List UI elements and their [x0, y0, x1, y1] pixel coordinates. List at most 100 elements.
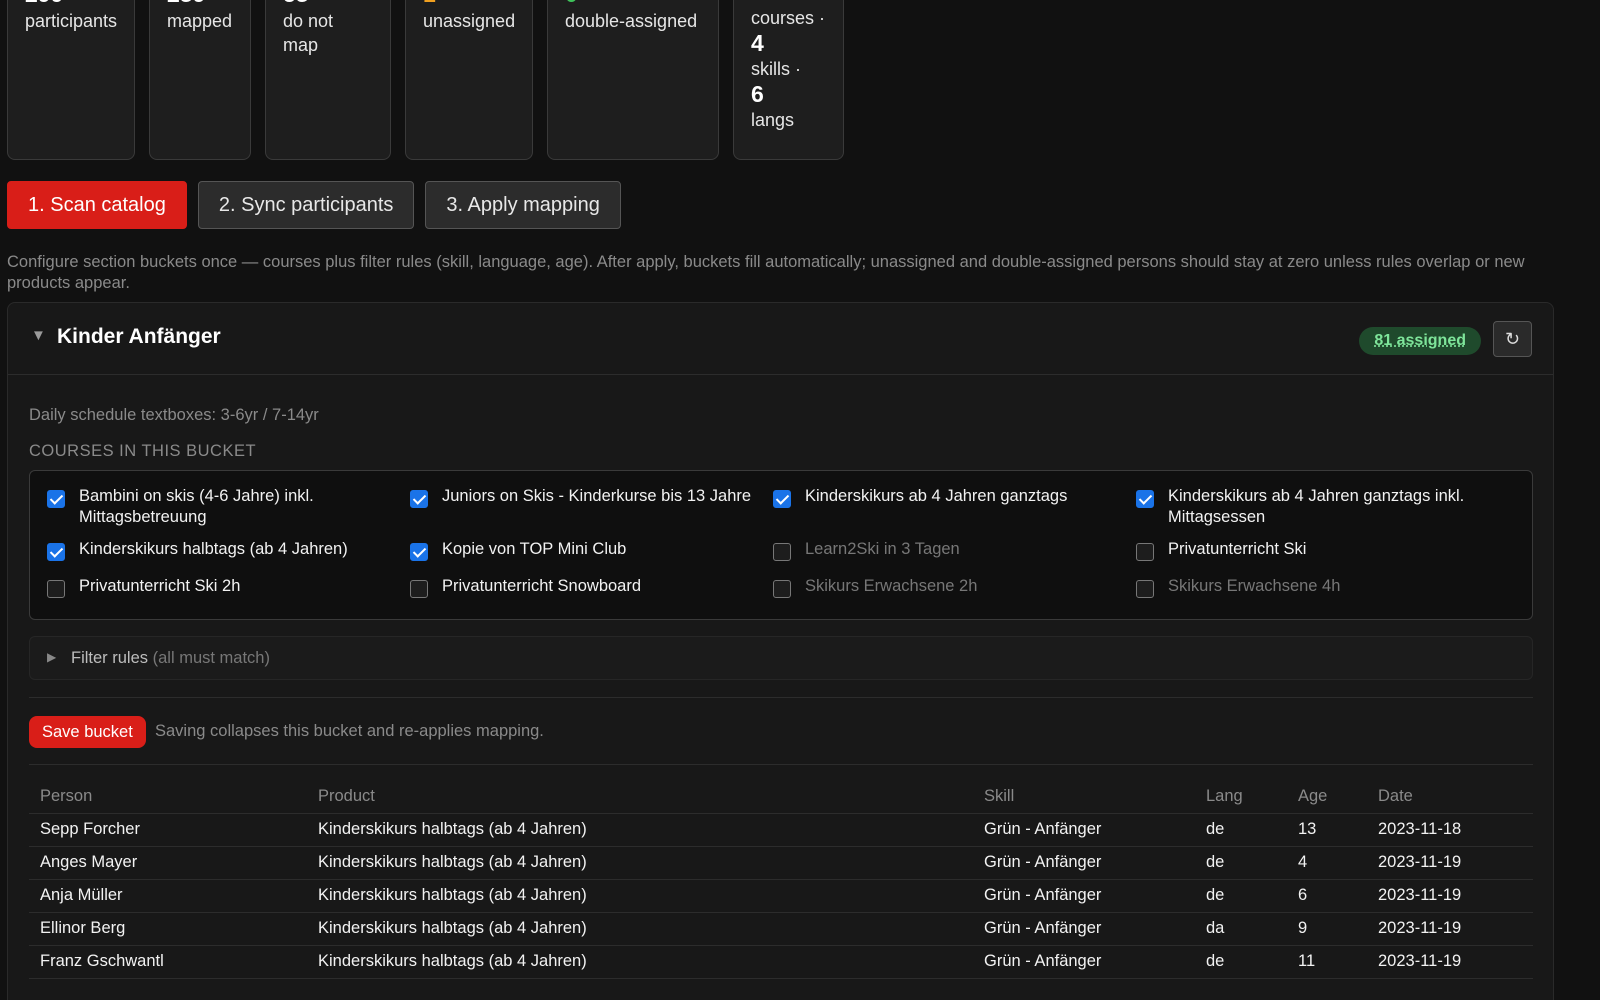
stat-label: unassigned	[423, 11, 516, 31]
checkbox[interactable]	[410, 543, 428, 561]
checkbox[interactable]	[47, 543, 65, 561]
stat-participants: 299 participants	[7, 0, 135, 160]
schedule-note: Daily schedule textboxes: 3-6yr / 7-14yr	[29, 406, 319, 424]
checkbox[interactable]	[1136, 543, 1154, 561]
stat-label: mapped	[167, 11, 233, 31]
skills-label: skills ·	[751, 59, 801, 79]
course-checkbox-item[interactable]: Juniors on Skis - Kinderkurse bis 13 Jah…	[410, 486, 765, 508]
langs-label: langs	[751, 110, 795, 130]
course-label: Privatunterricht Ski 2h	[79, 577, 241, 595]
stat-value: 1	[423, 0, 515, 9]
column-header-skill: Skill	[973, 780, 1195, 814]
course-checkbox-item[interactable]: Skikurs Erwachsene 4h	[1136, 576, 1491, 598]
cell-age: 4	[1287, 846, 1367, 880]
filter-rules-label: Filter rules (all must match)	[71, 649, 270, 668]
course-checkbox-item[interactable]: Privatunterricht Snowboard	[410, 576, 765, 598]
table-row: Ellinor Berg Kinderskikurs halbtags (ab …	[29, 912, 1533, 946]
table-row: Anja Müller Kinderskikurs halbtags (ab 4…	[29, 879, 1533, 913]
checkbox[interactable]	[773, 580, 791, 598]
checkbox[interactable]	[410, 490, 428, 508]
cell-skill: Grün - Anfänger	[973, 813, 1195, 847]
bucket-header[interactable]: ▼ Kinder Anfänger 81 assigned ↻	[8, 303, 1553, 375]
cell-product: Kinderskikurs halbtags (ab 4 Jahren)	[307, 846, 973, 880]
cell-age: 13	[1287, 813, 1367, 847]
course-checkbox-item[interactable]: Kinderskikurs halbtags (ab 4 Jahren)	[47, 539, 402, 561]
cell-age: 11	[1287, 945, 1367, 979]
course-checkbox-item[interactable]: Kinderskikurs ab 4 Jahren ganztags	[773, 486, 1128, 508]
apply-mapping-button[interactable]: 3. Apply mapping	[425, 181, 621, 229]
course-label: Skikurs Erwachsene 2h	[805, 577, 978, 595]
course-checkbox-item[interactable]: Bambini on skis (4-6 Jahre) inkl. Mittag…	[47, 486, 402, 528]
sync-participants-button[interactable]: 2. Sync participants	[197, 181, 415, 229]
skills-count: 4	[751, 30, 764, 56]
course-label: Kinderskikurs halbtags (ab 4 Jahren)	[79, 540, 348, 558]
course-label: Kinderskikurs ab 4 Jahren ganztags inkl.…	[1168, 487, 1465, 526]
stat-catalog: 12 courses · 4 skills · 6 langs	[733, 0, 844, 160]
stat-label: participants	[25, 11, 118, 31]
course-checkbox-item[interactable]: Learn2Ski in 3 Tagen	[773, 539, 1128, 561]
column-header-product: Product	[307, 780, 973, 814]
cell-date: 2023-11-19	[1367, 846, 1533, 880]
checkbox[interactable]	[410, 580, 428, 598]
checkbox[interactable]	[773, 490, 791, 508]
course-label: Kinderskikurs ab 4 Jahren ganztags	[805, 487, 1068, 505]
table-row: Sepp Forcher Kinderskikurs halbtags (ab …	[29, 813, 1533, 847]
column-header-age: Age	[1287, 780, 1367, 814]
cell-age: 9	[1287, 912, 1367, 946]
checkbox[interactable]	[1136, 580, 1154, 598]
checkbox[interactable]	[773, 543, 791, 561]
table-header-row: Person Product Skill Lang Age Date	[29, 780, 1533, 814]
course-checkbox-item[interactable]: Privatunterricht Ski 2h	[47, 576, 402, 598]
stat-value: 53	[283, 0, 373, 9]
langs-count: 6	[751, 81, 764, 107]
column-header-date: Date	[1367, 780, 1533, 814]
checkbox[interactable]	[47, 490, 65, 508]
cell-person: Franz Gschwantl	[29, 945, 307, 979]
table-row: Franz Gschwantl Kinderskikurs halbtags (…	[29, 945, 1533, 979]
course-checkbox-item[interactable]: Kopie von TOP Mini Club	[410, 539, 765, 561]
intro-text: Configure section buckets once — courses…	[7, 253, 1525, 292]
bucket-title: Kinder Anfänger	[57, 325, 221, 348]
cell-skill: Grün - Anfänger	[973, 879, 1195, 913]
courses-section-label: COURSES IN THIS BUCKET	[29, 442, 257, 460]
cell-lang: de	[1195, 813, 1287, 847]
cell-date: 2023-11-18	[1367, 813, 1533, 847]
save-bucket-button[interactable]: Save bucket	[29, 716, 146, 748]
checkbox[interactable]	[47, 580, 65, 598]
stat-unassigned: 1 unassigned	[405, 0, 533, 160]
course-checkbox-item[interactable]: Privatunterricht Ski	[1136, 539, 1491, 561]
courses-label: courses ·	[751, 8, 826, 28]
participants-table: Person Product Skill Lang Age Date Sepp …	[29, 780, 1533, 979]
divider	[29, 764, 1533, 765]
cell-date: 2023-11-19	[1367, 945, 1533, 979]
column-header-person: Person	[29, 780, 307, 814]
course-label: Kopie von TOP Mini Club	[442, 540, 627, 558]
column-header-lang: Lang	[1195, 780, 1287, 814]
stat-mapped: 239 mapped	[149, 0, 251, 160]
stats-row: 299 participants 239 mapped 53 do not ma…	[7, 0, 844, 160]
cell-skill: Grün - Anfänger	[973, 945, 1195, 979]
course-label: Bambini on skis (4-6 Jahre) inkl. Mittag…	[79, 487, 314, 526]
scan-catalog-button[interactable]: 1. Scan catalog	[7, 181, 187, 229]
refresh-button[interactable]: ↻	[1493, 321, 1532, 357]
stat-double-assigned: 0 double-assigned	[547, 0, 719, 160]
divider	[29, 697, 1533, 698]
course-checkbox-item[interactable]: Skikurs Erwachsene 2h	[773, 576, 1128, 598]
cell-person: Sepp Forcher	[29, 813, 307, 847]
cell-lang: de	[1195, 879, 1287, 913]
collapse-caret-icon[interactable]: ▼	[31, 327, 46, 344]
course-label: Learn2Ski in 3 Tagen	[805, 540, 960, 558]
checkbox[interactable]	[1136, 490, 1154, 508]
cell-date: 2023-11-19	[1367, 879, 1533, 913]
cell-person: Ellinor Berg	[29, 912, 307, 946]
stat-value: 239	[167, 0, 233, 9]
cell-lang: da	[1195, 912, 1287, 946]
course-label: Privatunterricht Snowboard	[442, 577, 642, 595]
table-row: Anges Mayer Kinderskikurs halbtags (ab 4…	[29, 846, 1533, 880]
filter-rules-toggle[interactable]: ▶ Filter rules (all must match)	[29, 636, 1533, 680]
cell-product: Kinderskikurs halbtags (ab 4 Jahren)	[307, 879, 973, 913]
course-checkbox-item[interactable]: Kinderskikurs ab 4 Jahren ganztags inkl.…	[1136, 486, 1491, 528]
cell-age: 6	[1287, 879, 1367, 913]
assigned-badge[interactable]: 81 assigned	[1359, 327, 1481, 355]
cell-person: Anja Müller	[29, 879, 307, 913]
